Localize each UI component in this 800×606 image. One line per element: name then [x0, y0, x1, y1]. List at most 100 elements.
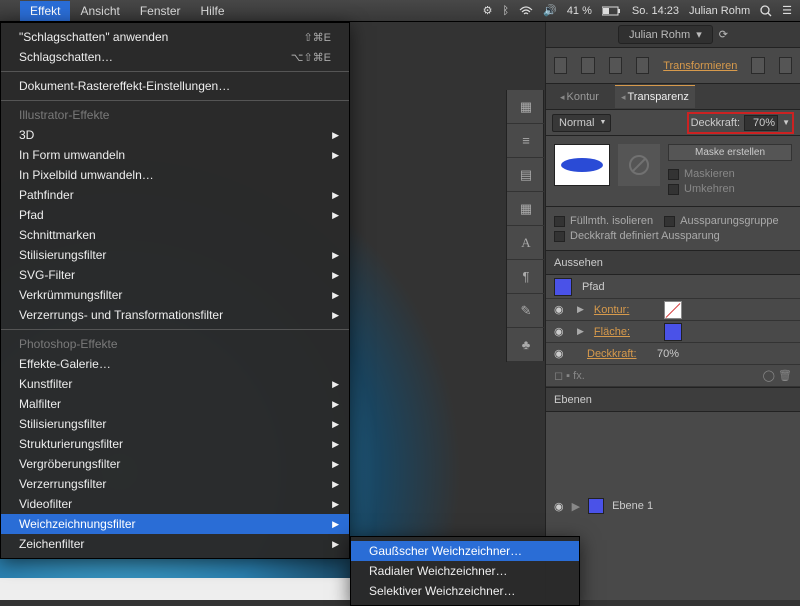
tool-btn-5[interactable] [751, 57, 764, 74]
layers-body[interactable]: ◉ ▶ Ebene 1 [546, 412, 800, 600]
row-kontur[interactable]: Kontur: [594, 304, 654, 316]
paragraph-icon[interactable]: ¶ [507, 260, 545, 294]
tool-btn-6[interactable] [779, 57, 792, 74]
menu-item[interactable]: Malfilter [1, 394, 349, 414]
menu-effekt[interactable]: Effekt [20, 1, 70, 21]
tool-btn-1[interactable] [554, 57, 567, 74]
menu-item[interactable]: Verzerrungs- und Transformationsfilter [1, 305, 349, 325]
effekt-menu: "Schlagschatten" anwenden⇧⌘ESchlagschatt… [0, 22, 350, 559]
control-bar: Transformieren [546, 48, 800, 84]
menu-item[interactable]: Verzerrungsfilter [1, 474, 349, 494]
menu-item: Photoshop-Effekte [1, 334, 349, 354]
menu-item[interactable]: "Schlagschatten" anwenden⇧⌘E [1, 27, 349, 47]
menu-item[interactable]: In Form umwandeln [1, 145, 349, 165]
tab-transparenz[interactable]: Transparenz [615, 85, 695, 108]
eye-icon[interactable]: ◉ [554, 325, 567, 338]
create-mask-button[interactable]: Maske erstellen [668, 144, 792, 161]
spotlight-icon[interactable] [760, 5, 772, 17]
opacity-input[interactable]: 70% [744, 115, 778, 131]
path-label: Pfad [582, 281, 605, 293]
sync-icon[interactable]: ⟳ [719, 28, 728, 41]
fill-swatch[interactable] [664, 323, 682, 341]
menu-item[interactable]: Pathfinder [1, 185, 349, 205]
battery-text: 41 % [567, 5, 592, 17]
menu-item[interactable]: Dokument-Rastereffekt-Einstellungen… [1, 76, 349, 96]
tool-btn-3[interactable] [609, 57, 622, 74]
volume-icon[interactable]: 🔊 [543, 4, 557, 17]
menu-item[interactable]: Strukturierungsfilter [1, 434, 349, 454]
row-opacity-val: 70% [657, 348, 679, 360]
layer-icon[interactable]: ▤ [507, 158, 545, 192]
artboard-edge [0, 578, 350, 600]
menu-item[interactable]: Pfad [1, 205, 349, 225]
eye-icon[interactable]: ◉ [554, 500, 564, 513]
mask-thumbnail[interactable] [618, 144, 660, 186]
menu-item[interactable]: Weichzeichnungsfilter [1, 514, 349, 534]
blend-mode-select[interactable]: Normal [552, 114, 611, 132]
menu-item[interactable]: Vergröberungsfilter [1, 454, 349, 474]
submenu-item[interactable]: Selektiver Weichzeichner… [351, 581, 579, 601]
menu-item[interactable]: Zeichenfilter [1, 534, 349, 554]
chk-isolate[interactable] [554, 216, 565, 227]
layer-swatch[interactable] [588, 498, 604, 514]
tool-btn-4[interactable] [636, 57, 649, 74]
chk-knockout[interactable] [664, 216, 675, 227]
menu-item[interactable]: Kunstfilter [1, 374, 349, 394]
brush-icon[interactable]: ✎ [507, 294, 545, 328]
mask-area: Maske erstellen Maskieren Umkehren [546, 136, 800, 207]
menu-fenster[interactable]: Fenster [130, 1, 191, 21]
menu-item[interactable]: Schnittmarken [1, 225, 349, 245]
appearance-header[interactable]: Aussehen [546, 251, 800, 275]
layer-name[interactable]: Ebene 1 [612, 500, 653, 512]
submenu-item[interactable]: Radialer Weichzeichner… [351, 561, 579, 581]
eye-icon[interactable]: ◉ [554, 303, 567, 316]
eye-icon[interactable]: ◉ [554, 347, 567, 360]
appearance-panel: Aussehen Pfad ◉▶Kontur: ◉▶Fläche: ◉Deckk… [546, 251, 800, 388]
row-flaeche[interactable]: Fläche: [594, 326, 654, 338]
menu-item[interactable]: Videofilter [1, 494, 349, 514]
menu-item[interactable]: Verkrümmungsfilter [1, 285, 349, 305]
menu-item[interactable]: Stilisierungsfilter [1, 245, 349, 265]
bluetooth-icon[interactable]: ᛒ [503, 5, 510, 17]
workspace-switcher[interactable]: Julian Rohm ▾ ⟳ [546, 22, 800, 48]
row-deckkraft[interactable]: Deckkraft: [587, 348, 647, 360]
grid-icon[interactable]: ▦ [507, 90, 545, 124]
menu-item[interactable]: Stilisierungsfilter [1, 414, 349, 434]
tab-kontur[interactable]: Kontur [554, 86, 605, 108]
menu-item[interactable]: Effekte-Galerie… [1, 354, 349, 374]
layers-header[interactable]: Ebenen [546, 388, 800, 412]
text-icon[interactable]: A [507, 226, 545, 260]
right-panel: Julian Rohm ▾ ⟳ Transformieren Kontur Tr… [545, 22, 800, 600]
path-swatch[interactable] [554, 278, 572, 296]
user-name[interactable]: Julian Rohm [689, 5, 750, 17]
menu-item[interactable]: Schlagschatten…⌥⇧⌘E [1, 47, 349, 67]
opacity-highlight: Deckkraft: 70% ▼ [687, 112, 794, 134]
menu-ansicht[interactable]: Ansicht [70, 1, 129, 21]
status-area: ⚙ ᛒ 🔊 41 % So. 14:23 Julian Rohm ☰ [483, 4, 792, 17]
symbol-icon[interactable]: ♣ [507, 328, 545, 362]
gear-icon[interactable]: ⚙ [483, 4, 493, 17]
chk-opacity-knockout[interactable] [554, 231, 565, 242]
transparency-options: Füllmth. isolieren Aussparungsgruppe Dec… [546, 207, 800, 251]
panel-dock-icons: ▦ ≡ ▤ ▦ A ¶ ✎ ♣ [506, 90, 544, 362]
battery-icon[interactable] [602, 6, 622, 16]
clock[interactable]: So. 14:23 [632, 5, 679, 17]
submenu-item[interactable]: Gaußscher Weichzeichner… [351, 541, 579, 561]
weichzeichnung-submenu: Gaußscher Weichzeichner…Radialer Weichze… [350, 536, 580, 606]
menu-item[interactable]: In Pixelbild umwandeln… [1, 165, 349, 185]
opacity-label: Deckkraft: [691, 117, 741, 129]
chk-maskieren[interactable] [668, 169, 679, 180]
transform-link[interactable]: Transformieren [663, 60, 737, 72]
bars-icon[interactable]: ≡ [507, 124, 545, 158]
stack-icon[interactable]: ▦ [507, 192, 545, 226]
object-thumbnail[interactable] [554, 144, 610, 186]
wifi-icon[interactable] [519, 6, 533, 16]
chk-umkehren[interactable] [668, 184, 679, 195]
menu-item[interactable]: SVG-Filter [1, 265, 349, 285]
menu-item[interactable]: 3D [1, 125, 349, 145]
list-icon[interactable]: ☰ [782, 4, 792, 17]
menu-hilfe[interactable]: Hilfe [191, 1, 235, 21]
stroke-swatch[interactable] [664, 301, 682, 319]
menu-item: Illustrator-Effekte [1, 105, 349, 125]
tool-btn-2[interactable] [581, 57, 594, 74]
